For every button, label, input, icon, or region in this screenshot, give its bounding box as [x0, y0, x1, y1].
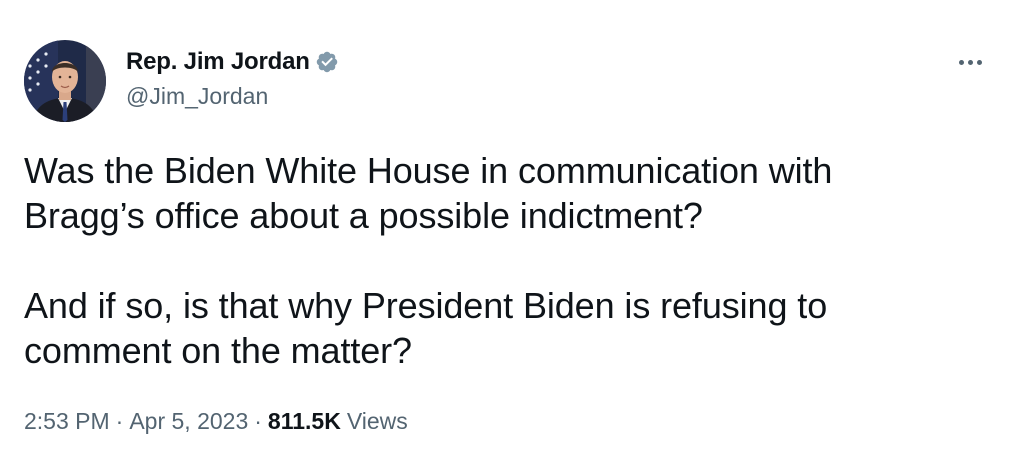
tweet-paragraph-1: Was the Biden White House in communicati…	[24, 148, 984, 238]
author-display-name[interactable]: Rep. Jim Jordan	[126, 48, 310, 76]
more-dot	[967, 59, 973, 65]
author-handle[interactable]: @Jim_Jordan	[126, 83, 268, 110]
more-options-icon[interactable]	[952, 52, 988, 72]
views-count[interactable]: 811.5K	[268, 408, 341, 435]
author-name-row: Rep. Jim Jordan	[126, 47, 339, 77]
avatar[interactable]	[24, 40, 106, 122]
tweet-line: Was the Biden White House in communicati…	[24, 150, 833, 191]
more-dot	[976, 59, 982, 65]
tweet-paragraph-2: And if so, is that why President Biden i…	[24, 283, 984, 373]
meta-separator: ·	[254, 408, 262, 434]
views-label: Views	[346, 408, 408, 434]
tweet-meta: 2:53 PM · Apr 5, 2023 · 811.5K Views	[24, 408, 408, 435]
tweet-time[interactable]: 2:53 PM	[24, 408, 110, 435]
verified-badge-icon[interactable]	[315, 50, 339, 74]
tweet-card: Rep. Jim Jordan @Jim_Jordan Was the Bide…	[0, 0, 1014, 466]
tweet-date[interactable]: Apr 5, 2023	[129, 408, 248, 435]
tweet-text: Was the Biden White House in communicati…	[24, 148, 984, 373]
tweet-line: Bragg’s office about a possible indictme…	[24, 195, 703, 236]
more-dot	[958, 59, 964, 65]
meta-separator: ·	[115, 408, 124, 434]
avatar-photo	[24, 40, 106, 122]
tweet-line: And if so, is that why President Biden i…	[24, 285, 828, 326]
tweet-line: comment on the matter?	[24, 330, 412, 371]
